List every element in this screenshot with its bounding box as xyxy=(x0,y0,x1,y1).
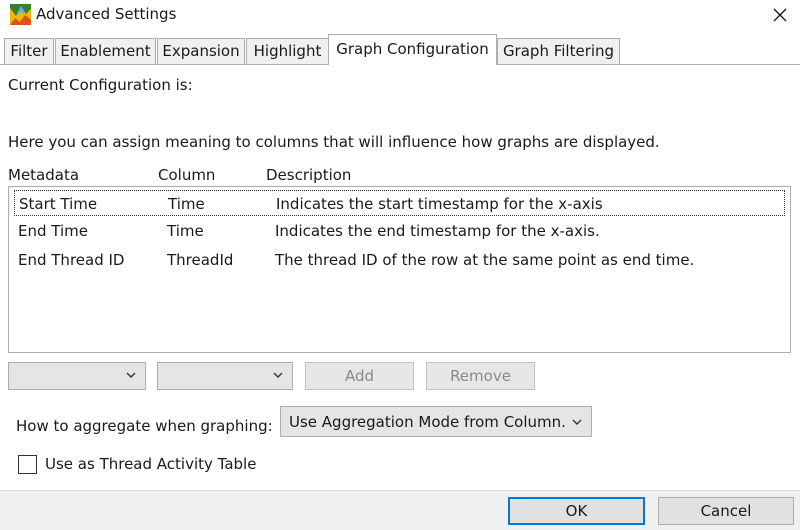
current-configuration-label: Current Configuration is: xyxy=(8,76,193,94)
column-header-description[interactable]: Description xyxy=(266,166,351,184)
row-description: Indicates the start timestamp for the x-… xyxy=(276,195,603,213)
row-metadata: End Time xyxy=(18,222,88,240)
row-column: Time xyxy=(168,195,205,213)
row-description: Indicates the end timestamp for the x-ax… xyxy=(275,222,600,240)
tab-filter[interactable]: Filter xyxy=(4,38,54,64)
row-description: The thread ID of the row at the same poi… xyxy=(275,251,695,269)
row-metadata: Start Time xyxy=(19,195,98,213)
row-column: ThreadId xyxy=(167,251,234,269)
remove-button[interactable]: Remove xyxy=(426,362,535,390)
add-button[interactable]: Add xyxy=(305,362,414,390)
row-column: Time xyxy=(167,222,204,240)
list-item[interactable]: End Thread ID ThreadId The thread ID of … xyxy=(14,247,785,273)
close-button[interactable] xyxy=(760,0,800,30)
metadata-combo[interactable] xyxy=(8,362,146,390)
ok-button[interactable]: OK xyxy=(508,497,645,525)
aggregation-mode-value: Use Aggregation Mode from Column. xyxy=(289,413,566,431)
chevron-down-icon xyxy=(572,419,582,425)
intro-text: Here you can assign meaning to columns t… xyxy=(8,133,660,151)
metadata-list[interactable]: Start Time Time Indicates the start time… xyxy=(8,186,791,353)
aggregation-mode-combo[interactable]: Use Aggregation Mode from Column. xyxy=(280,406,592,437)
window-title: Advanced Settings xyxy=(36,5,177,23)
row-metadata: End Thread ID xyxy=(18,251,125,269)
column-header-column[interactable]: Column xyxy=(158,166,215,184)
column-header-metadata[interactable]: Metadata xyxy=(8,166,79,184)
close-icon xyxy=(773,8,787,22)
tab-highlight[interactable]: Highlight xyxy=(246,38,329,64)
graph-app-icon xyxy=(10,4,31,25)
tab-enablement[interactable]: Enablement xyxy=(55,38,156,64)
tab-graph-configuration[interactable]: Graph Configuration xyxy=(328,34,497,65)
tab-expansion[interactable]: Expansion xyxy=(157,38,245,64)
aggregate-label: How to aggregate when graphing: xyxy=(16,417,273,435)
thread-activity-checkbox[interactable] xyxy=(18,455,37,474)
thread-activity-label[interactable]: Use as Thread Activity Table xyxy=(45,455,256,473)
list-item[interactable]: Start Time Time Indicates the start time… xyxy=(14,190,785,216)
list-item[interactable]: End Time Time Indicates the end timestam… xyxy=(14,218,785,244)
chevron-down-icon xyxy=(126,372,136,378)
cancel-button[interactable]: Cancel xyxy=(658,497,794,525)
tab-graph-filtering[interactable]: Graph Filtering xyxy=(497,38,620,64)
chevron-down-icon xyxy=(273,372,283,378)
column-combo[interactable] xyxy=(157,362,293,390)
